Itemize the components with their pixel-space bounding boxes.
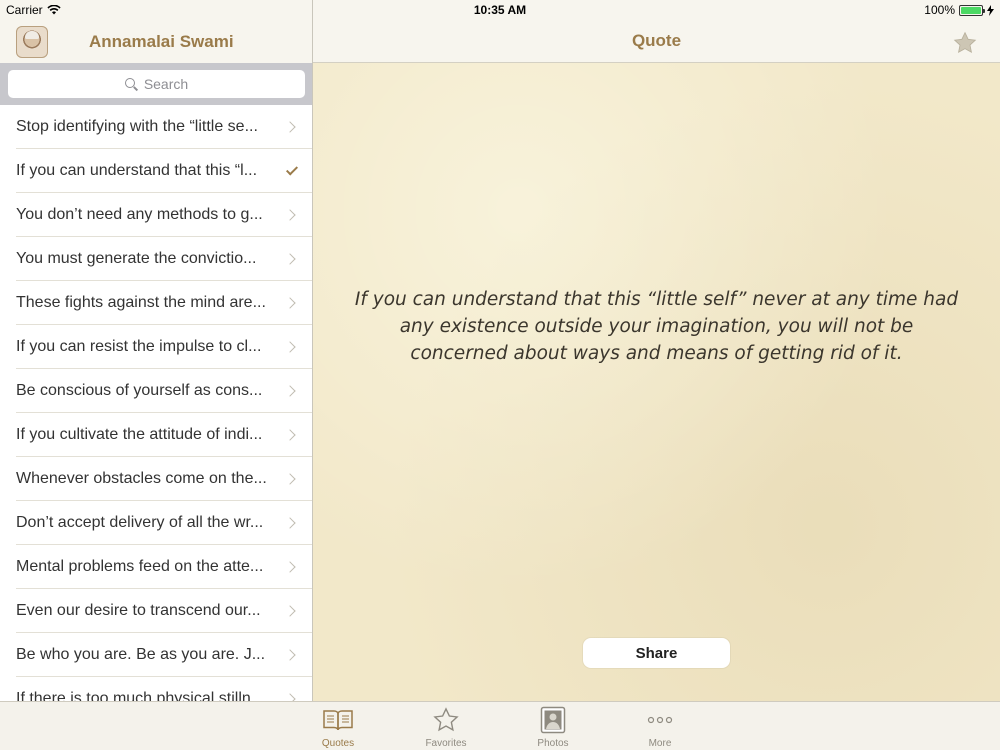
star-icon: [953, 31, 977, 54]
detail-panel: Quote If you can understand that this “l…: [313, 0, 1000, 701]
quote-list-item[interactable]: You don’t need any methods to g...: [0, 193, 312, 237]
favorite-button[interactable]: [950, 28, 980, 58]
status-bar: Carrier 10:35 AM 100%: [0, 0, 1000, 20]
battery-percent: 100%: [924, 3, 955, 17]
chevron-right-icon: [284, 120, 299, 134]
quote-list-item-label: Whenever obstacles come on the...: [16, 470, 267, 487]
quote-list-item[interactable]: If there is too much physical stilln...: [0, 677, 312, 701]
chevron-right-icon: [284, 340, 299, 354]
tab-label: More: [648, 738, 672, 749]
quote-list-item[interactable]: If you can resist the impulse to cl...: [0, 325, 312, 369]
quote-list-item[interactable]: You must generate the convictio...: [0, 237, 312, 281]
quote-list-item-label: If you can understand that this “l...: [16, 162, 258, 179]
chevron-right-icon: [284, 428, 299, 442]
master-title: Annamalai Swami: [89, 31, 234, 51]
chevron-right-icon: [284, 692, 299, 701]
quote-list-item-label: If there is too much physical stilln...: [16, 690, 265, 701]
quote-list-item-label: Mental problems feed on the atte...: [16, 558, 264, 575]
quote-list-item-label: Be conscious of yourself as cons...: [16, 382, 263, 399]
search-bar: Search: [0, 63, 312, 105]
tab-bar: Quotes Favorites Photos More: [0, 701, 1000, 750]
book-icon: [323, 710, 353, 731]
quote-list-item[interactable]: Whenever obstacles come on the...: [0, 457, 312, 501]
quote-list-item[interactable]: Be conscious of yourself as cons...: [0, 369, 312, 413]
tab-favorites[interactable]: Favorites: [411, 706, 481, 750]
quote-list-item[interactable]: If you cultivate the attitude of indi...: [0, 413, 312, 457]
avatar[interactable]: [16, 25, 48, 58]
quote-list-item-label: These fights against the mind are...: [16, 294, 266, 311]
quote-list-item-label: You don’t need any methods to g...: [16, 206, 263, 223]
quote-list-item[interactable]: Stop identifying with the “little se...: [0, 105, 312, 149]
share-button[interactable]: Share: [583, 638, 730, 668]
tab-label: Favorites: [425, 738, 467, 749]
checkmark-icon: [285, 163, 299, 178]
star-icon: [433, 707, 459, 732]
quote-list-item[interactable]: Be who you are. Be as you are. J...: [0, 633, 312, 677]
tab-more[interactable]: More: [625, 706, 695, 750]
chevron-right-icon: [284, 516, 299, 530]
quote-list-item-label: Don’t accept delivery of all the wr...: [16, 514, 264, 531]
quote-list-item-label: You must generate the convictio...: [16, 250, 257, 267]
quote-text: If you can understand that this “little …: [354, 289, 959, 364]
chevron-right-icon: [284, 252, 299, 266]
quote-list-item-label: If you cultivate the attitude of indi...: [16, 426, 263, 443]
master-panel: Annamalai Swami Search Stop identifying …: [0, 0, 313, 701]
status-time: 10:35 AM: [473, 3, 527, 17]
quote-list-item-label: Even our desire to transcend our...: [16, 602, 261, 619]
chevron-right-icon: [284, 648, 299, 662]
quote-list-item[interactable]: Don’t accept delivery of all the wr...: [0, 501, 312, 545]
chevron-right-icon: [284, 472, 299, 486]
tab-label: Photos: [537, 738, 569, 749]
quote-list-item[interactable]: Even our desire to transcend our...: [0, 589, 312, 633]
carrier-label: Carrier: [6, 3, 43, 17]
quote-list-item-label: Be who you are. Be as you are. J...: [16, 646, 266, 663]
chevron-right-icon: [284, 560, 299, 574]
chevron-right-icon: [284, 384, 299, 398]
quote-list-item-label: Stop identifying with the “little se...: [16, 118, 258, 135]
detail-title: Quote: [631, 31, 682, 50]
search-icon: [124, 77, 138, 91]
quote-list-item[interactable]: If you can understand that this “l...: [0, 149, 312, 193]
wifi-icon: [47, 5, 61, 15]
quote-list: Stop identifying with the “little se... I…: [0, 105, 312, 701]
charging-icon: [987, 4, 994, 16]
chevron-right-icon: [284, 604, 299, 618]
chevron-right-icon: [284, 208, 299, 222]
tab-photos[interactable]: Photos: [518, 706, 588, 750]
search-placeholder: Search: [143, 76, 189, 92]
more-icon: [647, 716, 673, 724]
tab-quotes[interactable]: Quotes: [303, 706, 373, 750]
quote-list-item[interactable]: These fights against the mind are...: [0, 281, 312, 325]
photo-icon: [540, 706, 566, 734]
battery-icon: [959, 4, 985, 16]
master-header: Annamalai Swami: [0, 20, 312, 63]
tab-label: Quotes: [321, 738, 355, 749]
chevron-right-icon: [284, 296, 299, 310]
search-input[interactable]: Search: [8, 70, 305, 98]
quote-list-item-label: If you can resist the impulse to cl...: [16, 338, 262, 355]
quote-list-item[interactable]: Mental problems feed on the atte...: [0, 545, 312, 589]
